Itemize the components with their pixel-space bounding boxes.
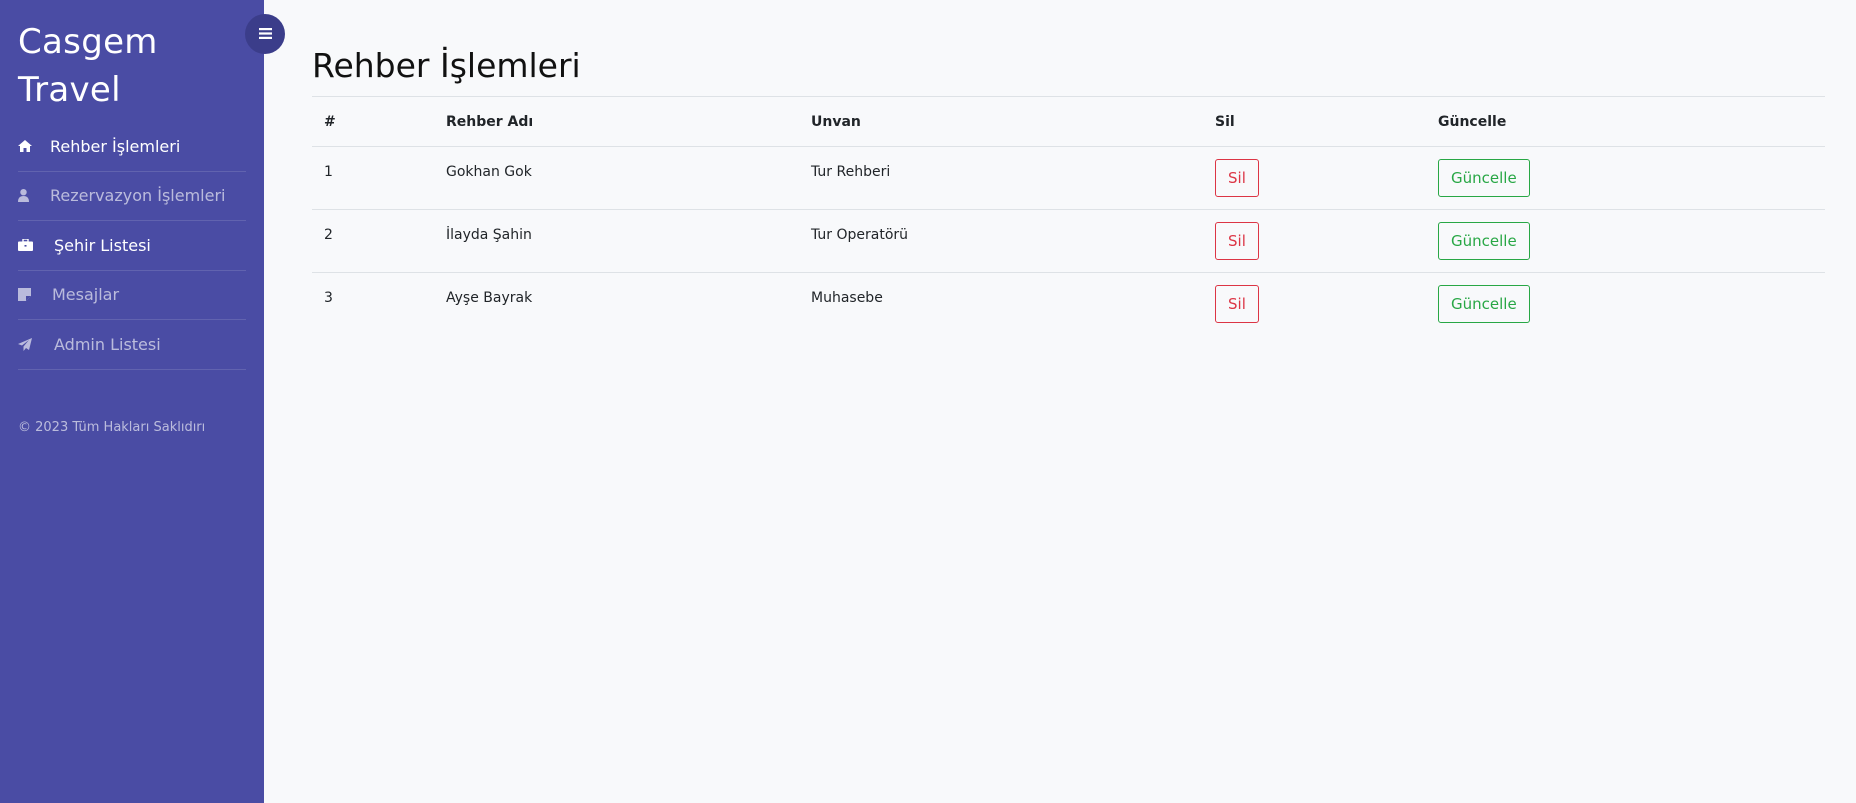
table-row: 1 Gokhan Gok Tur Rehberi Sil Güncelle [312, 147, 1825, 210]
column-header-update: Güncelle [1438, 113, 1507, 130]
guide-table: # Rehber Adı Unvan Sil Güncelle 1 Gokhan… [312, 96, 1825, 336]
sticky-note-icon [18, 288, 52, 302]
paper-plane-icon [18, 337, 54, 351]
cell-name: Ayşe Bayrak [446, 290, 533, 306]
delete-button[interactable]: Sil [1215, 159, 1259, 197]
sidebar-item-mesajlar[interactable]: Mesajlar [18, 271, 246, 320]
cell-delete: Sil [1203, 210, 1426, 273]
cell-update: Güncelle [1426, 273, 1825, 336]
cell-title: Muhasebe [811, 290, 883, 306]
sidebar-item-admin[interactable]: Admin Listesi [18, 320, 246, 370]
brand-logo[interactable]: Casgem Travel [18, 18, 246, 114]
cell-name: İlayda Şahin [446, 227, 532, 243]
sidebar-nav: Rehber İşlemleri Rezervazyon İşlemleri Ş… [18, 122, 246, 370]
column-header-title: Unvan [811, 113, 861, 130]
sidebar-item-label: Şehir Listesi [54, 235, 151, 255]
cell-update: Güncelle [1426, 210, 1825, 273]
column-header-delete: Sil [1215, 113, 1235, 130]
home-icon [18, 140, 50, 153]
brand-line2: Travel [18, 70, 121, 110]
sidebar-item-sehir[interactable]: Şehir Listesi [18, 221, 246, 271]
user-icon [18, 189, 50, 203]
cell-title: Tur Rehberi [811, 164, 891, 180]
cell-title: Tur Operatörü [811, 227, 909, 243]
delete-button[interactable]: Sil [1215, 285, 1259, 323]
update-button[interactable]: Güncelle [1438, 222, 1530, 260]
cell-id: 3 [324, 290, 333, 306]
cell-name: Gokhan Gok [446, 164, 532, 180]
hamburger-icon [258, 27, 272, 42]
table-header-row: # Rehber Adı Unvan Sil Güncelle [312, 96, 1825, 147]
sidebar-item-label: Rezervazyon İşlemleri [50, 186, 226, 206]
update-button[interactable]: Güncelle [1438, 285, 1530, 323]
sidebar-item-label: Mesajlar [52, 285, 120, 305]
column-header-number: # [324, 113, 336, 130]
update-button[interactable]: Güncelle [1438, 159, 1530, 197]
table-row: 2 İlayda Şahin Tur Operatörü Sil Güncell… [312, 210, 1825, 273]
table-header: # Rehber Adı Unvan Sil Güncelle [312, 96, 1825, 147]
sidebar-item-rezervazyon[interactable]: Rezervazyon İşlemleri [18, 172, 246, 221]
cell-id: 2 [324, 227, 333, 243]
cell-id: 1 [324, 164, 333, 180]
sidebar-footer: © 2023 Tüm Hakları Saklıdırı [18, 419, 206, 435]
table-row: 3 Ayşe Bayrak Muhasebe Sil Güncelle [312, 273, 1825, 336]
delete-button[interactable]: Sil [1215, 222, 1259, 260]
sidebar: Casgem Travel Rehber İşlemleri Rezervazy… [0, 0, 264, 803]
sidebar-item-rehber[interactable]: Rehber İşlemleri [18, 122, 246, 172]
sidebar-item-label: Admin Listesi [54, 334, 161, 354]
brand-line1: Casgem [18, 22, 158, 62]
page-title: Rehber İşlemleri [312, 46, 581, 85]
briefcase-icon [18, 239, 54, 252]
sidebar-toggle-button[interactable] [245, 14, 285, 54]
table-body: 1 Gokhan Gok Tur Rehberi Sil Güncelle 2 … [312, 147, 1825, 336]
column-header-name: Rehber Adı [446, 113, 534, 130]
sidebar-item-label: Rehber İşlemleri [50, 136, 181, 156]
cell-update: Güncelle [1426, 147, 1825, 210]
main-content: Rehber İşlemleri # Rehber Adı Unvan Sil … [312, 0, 1826, 336]
cell-delete: Sil [1203, 273, 1426, 336]
cell-delete: Sil [1203, 147, 1426, 210]
